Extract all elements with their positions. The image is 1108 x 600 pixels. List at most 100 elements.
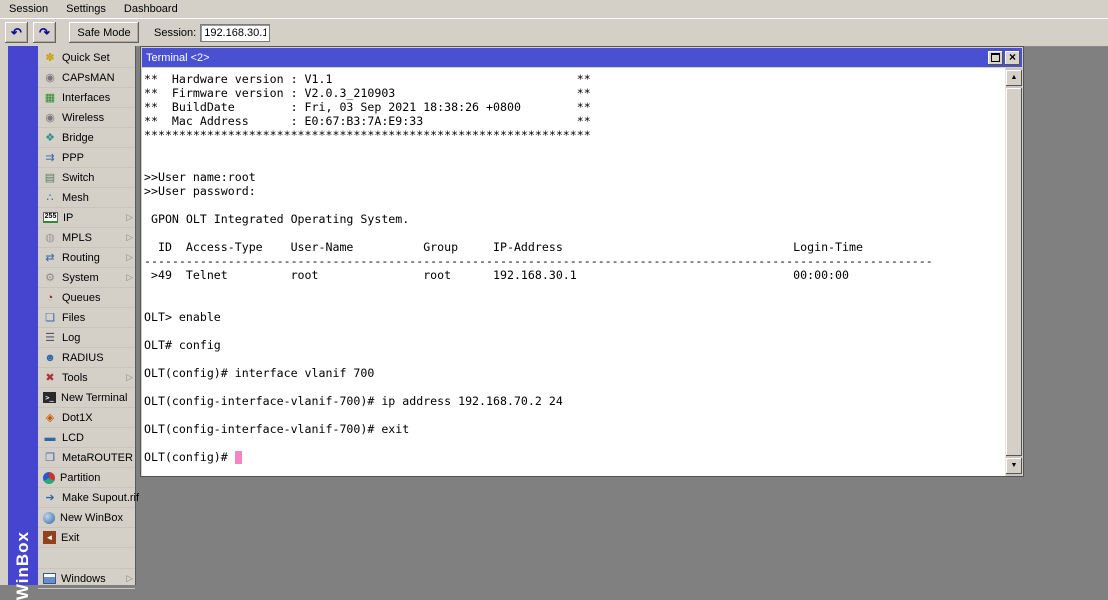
terminal-content: ** Hardware version : V1.1 ** ** Firmwar… bbox=[142, 68, 1022, 476]
close-icon: × bbox=[1008, 50, 1016, 64]
sidebar-item-quick-set[interactable]: ✽ Quick Set bbox=[38, 48, 135, 68]
sidebar-item-label: Routing bbox=[62, 251, 100, 264]
sidebar-item-lcd[interactable]: ▬ LCD bbox=[38, 428, 135, 448]
sidebar-item-new-winbox[interactable]: New WinBox bbox=[38, 508, 135, 528]
sidebar-item-label: Queues bbox=[62, 291, 101, 304]
sidebar-item-label: Files bbox=[62, 311, 86, 324]
routing-icon: ⇄ bbox=[45, 251, 55, 264]
submenu-arrow-icon: ▷ bbox=[126, 232, 133, 242]
undo-icon: ↶ bbox=[11, 25, 22, 40]
queues-icon: ◔ bbox=[46, 291, 54, 304]
gauge2-icon: ◉ bbox=[45, 111, 55, 124]
sidebar-item-make-supout-rif[interactable]: ➔ Make Supout.rif bbox=[38, 488, 139, 508]
sidebar-item-ip[interactable]: 255 IP ▷ bbox=[38, 208, 135, 228]
mesh-icon: ∴ bbox=[46, 191, 54, 204]
safe-mode-button[interactable]: Safe Mode bbox=[69, 22, 139, 43]
terminal[interactable]: ** Hardware version : V1.1 ** ** Firmwar… bbox=[144, 72, 1004, 476]
terminal-title: Terminal <2> bbox=[146, 51, 210, 64]
nic-icon: ▦ bbox=[44, 91, 56, 104]
menu-dashboard[interactable]: Dashboard bbox=[115, 1, 187, 17]
dot1x-icon: ◈ bbox=[45, 411, 55, 424]
sidebar-item-label: Log bbox=[62, 331, 81, 344]
sidebar-item-label: Dot1X bbox=[62, 411, 93, 424]
sidebar: WinBox ✽ Quick Set ◉ CAPsMAN ▦ Interfaces ◉ Wir… bbox=[0, 46, 139, 600]
sidebar-item-label: Mesh bbox=[62, 191, 89, 204]
menu-settings[interactable]: Settings bbox=[57, 1, 115, 17]
sidebar-item-label: MPLS bbox=[62, 231, 92, 244]
submenu-arrow-icon: ▷ bbox=[126, 272, 133, 282]
sidebar-item-windows[interactable]: Windows ▷ bbox=[38, 568, 135, 589]
sidebar-item-metarouter[interactable]: ❐ MetaROUTER bbox=[38, 448, 135, 468]
submenu-arrow-icon: ▷ bbox=[126, 573, 133, 583]
sidebar-item-capsman[interactable]: ◉ CAPsMAN bbox=[38, 68, 135, 88]
sidebar-item-tools[interactable]: ✖ Tools ▷ bbox=[38, 368, 135, 388]
sidebar-item-label: Quick Set bbox=[62, 51, 110, 64]
sidebar-item-label: Switch bbox=[62, 171, 95, 184]
sidebar-item-files[interactable]: ❏ Files bbox=[38, 308, 135, 328]
sidebar-item-queues[interactable]: ◔ Queues bbox=[38, 288, 135, 308]
session-input[interactable] bbox=[200, 23, 271, 42]
sidebar-item-label: RADIUS bbox=[62, 351, 104, 364]
sidebar-item-routing[interactable]: ⇄ Routing ▷ bbox=[38, 248, 135, 268]
sidebar-item-mesh[interactable]: ∴ Mesh bbox=[38, 188, 135, 208]
sidebar-item-wireless[interactable]: ◉ Wireless bbox=[38, 108, 135, 128]
sidebar-item-label: Tools bbox=[62, 371, 88, 384]
radius-icon: ☻ bbox=[44, 351, 56, 364]
sidebar-item-label: System bbox=[62, 271, 99, 284]
terminal-titlebar[interactable]: Terminal <2> × bbox=[142, 48, 1022, 67]
sidebar-item-dot1x[interactable]: ◈ Dot1X bbox=[38, 408, 135, 428]
sidebar-item-mpls[interactable]: ◍ MPLS ▷ bbox=[38, 228, 135, 248]
sidebar-item-label: New Terminal bbox=[61, 391, 128, 404]
sidebar-item-switch[interactable]: ▤ Switch bbox=[38, 168, 135, 188]
sidebar-item-label: LCD bbox=[62, 431, 85, 444]
terminal-scrollbar[interactable]: ▲ ▼ bbox=[1005, 68, 1022, 476]
session-label: Session: bbox=[154, 26, 197, 39]
submenu-arrow-icon: ▷ bbox=[126, 252, 133, 262]
sidebar-items: ✽ Quick Set ◉ CAPsMAN ▦ Interfaces ◉ Wireless ❖ B… bbox=[38, 48, 139, 589]
close-button[interactable]: × bbox=[1005, 50, 1020, 65]
sidebar-item-partition[interactable]: Partition bbox=[38, 468, 135, 488]
ip-icon: 255 bbox=[43, 212, 58, 223]
sidebar-item-label: CAPsMAN bbox=[62, 71, 115, 84]
scroll-down-icon[interactable]: ▼ bbox=[1006, 458, 1022, 474]
scroll-up-icon[interactable]: ▲ bbox=[1006, 70, 1022, 86]
sidebar-item-label: MetaROUTER bbox=[62, 451, 133, 464]
gauge-icon: ◉ bbox=[45, 71, 55, 84]
submenu-arrow-icon: ▷ bbox=[126, 212, 133, 222]
sidebar-item-label: PPP bbox=[62, 151, 85, 164]
sidebar-item-label: IP bbox=[63, 211, 74, 224]
sphere-icon: ◍ bbox=[45, 231, 55, 244]
maximize-icon bbox=[991, 53, 1000, 62]
log-icon: ☰ bbox=[45, 331, 55, 344]
sidebar-item-radius[interactable]: ☻ RADIUS bbox=[38, 348, 135, 368]
maximize-button[interactable] bbox=[988, 50, 1003, 65]
sidebar-item-label: New WinBox bbox=[60, 511, 123, 524]
windows-icon bbox=[43, 573, 56, 584]
sidebar-item-bridge[interactable]: ❖ Bridge bbox=[38, 128, 135, 148]
wand-icon: ✽ bbox=[45, 51, 55, 64]
terminal-cursor bbox=[234, 451, 242, 464]
submenu-arrow-icon: ▷ bbox=[126, 372, 133, 382]
tools-icon: ✖ bbox=[45, 371, 55, 384]
sidebar-item-label: Interfaces bbox=[62, 91, 111, 104]
scrollbar-thumb[interactable] bbox=[1006, 88, 1022, 456]
sidebar-item-log[interactable]: ☰ Log bbox=[38, 328, 135, 348]
menu-bar: Session Settings Dashboard bbox=[0, 0, 1108, 19]
redo-button[interactable]: ↷ bbox=[33, 22, 56, 43]
sidebar-item-label: Bridge bbox=[62, 131, 94, 144]
sidebar-item-interfaces[interactable]: ▦ Interfaces bbox=[38, 88, 135, 108]
sidebar-item-new-terminal[interactable]: >_ New Terminal bbox=[38, 388, 135, 408]
gear-icon: ⚙ bbox=[45, 271, 55, 284]
switch-icon: ▤ bbox=[44, 171, 56, 184]
partition-icon bbox=[43, 471, 55, 484]
terminal-window: Terminal <2> × ** Hardware version : V1.… bbox=[140, 46, 1024, 477]
sidebar-item-label: Windows bbox=[61, 572, 106, 585]
sidebar-item-ppp[interactable]: ⇉ PPP bbox=[38, 148, 135, 168]
sidebar-item-exit[interactable]: ◄ Exit bbox=[38, 528, 135, 548]
undo-button[interactable]: ↶ bbox=[5, 22, 28, 43]
sidebar-item-system[interactable]: ⚙ System ▷ bbox=[38, 268, 135, 288]
redo-icon: ↷ bbox=[39, 25, 50, 40]
ppp-icon: ⇉ bbox=[45, 151, 55, 164]
menu-session[interactable]: Session bbox=[0, 1, 57, 17]
terminal-prompt: OLT(config)# bbox=[144, 450, 235, 464]
